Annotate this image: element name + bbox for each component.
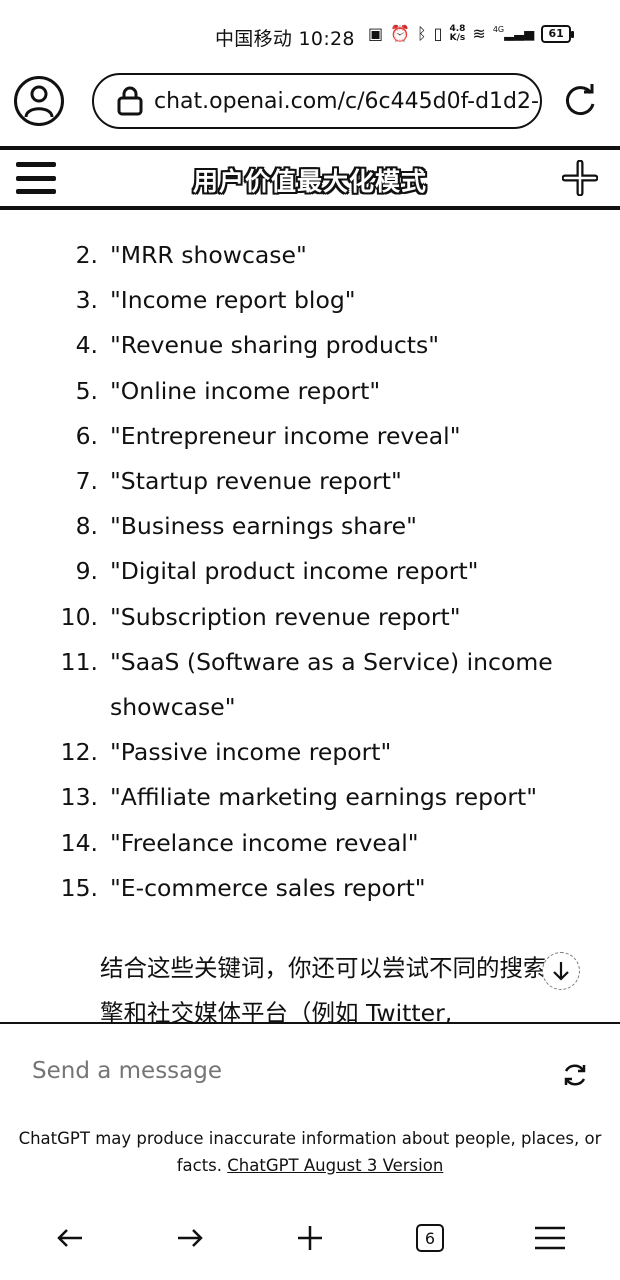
list-item: 9. "Digital product income report" (0, 549, 620, 594)
message-input[interactable] (32, 1058, 512, 1084)
list-number: 13. (60, 783, 98, 812)
nfc-icon: ▣ (368, 24, 384, 43)
browser-menu-button[interactable] (530, 1218, 570, 1258)
status-bar: 中国移动 10:28 ▣ ⏰ ᛒ ▯ 4.8 K/s ≋ 4G▂▃▅ 61 (0, 0, 620, 70)
list-item: 5. "Online income report" (0, 369, 620, 414)
bottom-nav: 6 (0, 1210, 620, 1270)
list-item: 4. "Revenue sharing products" (0, 323, 620, 368)
back-button[interactable] (50, 1218, 90, 1258)
page-title: 用户价值最大化模式 (192, 167, 427, 196)
bluetooth-icon: ᛒ (417, 24, 427, 43)
arrow-down-icon (553, 962, 569, 981)
list-text: "MRR showcase" (110, 241, 307, 269)
list-text: "Startup revenue report" (110, 467, 402, 496)
list-text: "Digital product income report" (110, 557, 479, 586)
composer (0, 1024, 620, 1124)
list-item: 3. "Income report blog" (0, 278, 620, 323)
arrow-left-icon (57, 1229, 82, 1247)
carrier-time: 中国移动 10:28 (215, 28, 355, 50)
list-item: 12. "Passive income report" (0, 730, 620, 775)
list-text: "Business earnings share" (110, 512, 417, 541)
person-icon (24, 85, 54, 118)
lock-icon[interactable] (116, 86, 144, 116)
list-number: 4. (75, 331, 98, 360)
plus-icon[interactable] (562, 160, 598, 196)
list-item: 7. "Startup revenue report" (0, 459, 620, 504)
new-tab-button[interactable] (290, 1218, 330, 1258)
list-number: 11. (60, 647, 98, 676)
status-icons: ▣ ⏰ ᛒ ▯ 4.8 K/s ≋ 4G▂▃▅ 61 (368, 23, 575, 43)
list-text: "Passive income report" (110, 738, 392, 767)
vibrate-icon: ▯ (433, 24, 443, 43)
signal-icon: 4G▂▃▅ (492, 25, 535, 42)
list-text: "Subscription revenue report" (110, 602, 461, 631)
reload-icon[interactable] (560, 82, 600, 122)
address-bar[interactable]: chat.openai.com/c/6c445d0f-d1d2-4 (92, 73, 542, 129)
list-text: "E-commerce sales report" (110, 873, 426, 902)
tabs-icon: 6 (416, 1224, 444, 1252)
battery-icon: 61 (541, 24, 575, 43)
scroll-down-button[interactable] (542, 952, 580, 990)
list-number: 2. (75, 241, 98, 269)
list-text: "Income report blog" (110, 286, 356, 315)
list-text: "SaaS (Software as a Service) income sho… (110, 647, 553, 722)
list-number: 10. (60, 602, 98, 631)
arrow-right-icon (178, 1229, 203, 1247)
disclaimer: ChatGPT may produce inaccurate informati… (0, 1125, 620, 1179)
list-number: 3. (75, 286, 98, 315)
regenerate-icon[interactable] (562, 1062, 588, 1088)
list-item: 14. "Freelance income reveal" (0, 821, 620, 866)
list-item: 2. "MRR showcase" (0, 233, 620, 278)
list-number: 8. (75, 512, 98, 541)
list-text: "Freelance income reveal" (110, 828, 419, 857)
app-header: 用户价值最大化模式 (0, 146, 620, 210)
wifi-icon: ≋ (472, 24, 486, 43)
list-item: 6. "Entrepreneur income reveal" (0, 414, 620, 459)
battery-level: 61 (548, 27, 564, 40)
version-link[interactable]: ChatGPT August 3 Version (227, 1156, 443, 1175)
browser-bar: chat.openai.com/c/6c445d0f-d1d2-4 (0, 70, 620, 132)
list-number: 12. (60, 738, 98, 767)
list-number: 9. (75, 557, 98, 586)
list-text: "Revenue sharing products" (110, 331, 440, 360)
list-item: 10. "Subscription revenue report" (0, 595, 620, 640)
list-text: "Online income report" (110, 376, 381, 405)
hamburger-icon (535, 1226, 565, 1250)
account-icon[interactable] (14, 76, 64, 126)
list-text: "Entrepreneur income reveal" (110, 421, 461, 450)
network-speed: 4.8 K/s (449, 23, 466, 43)
list-number: 6. (75, 421, 98, 450)
forward-button[interactable] (170, 1218, 210, 1258)
list-item: 13. "Affiliate marketing earnings report" (0, 775, 620, 820)
list-item: 15. "E-commerce sales report" (0, 866, 620, 911)
url-text: chat.openai.com/c/6c445d0f-d1d2-4 (154, 88, 540, 114)
alarm-icon: ⏰ (390, 24, 411, 43)
list-number: 7. (75, 467, 98, 496)
plus-icon (298, 1226, 322, 1250)
tabs-button[interactable]: 6 (410, 1218, 450, 1258)
list-text: "Affiliate marketing earnings report" (110, 783, 538, 812)
keyword-list: 2. "MRR showcase" 3. "Income report blog" … (0, 233, 620, 911)
list-item: 8. "Business earnings share" (0, 504, 620, 549)
list-item: 11. "SaaS (Software as a Service) income … (0, 640, 620, 730)
list-number: 5. (75, 376, 98, 405)
list-number: 14. (60, 828, 98, 857)
list-number: 15. (60, 873, 98, 902)
